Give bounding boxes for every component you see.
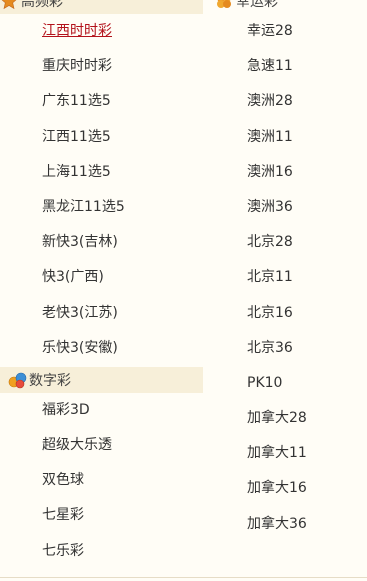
lottery-link-item[interactable]: 超级大乐透 [0,428,203,463]
left-column: 高频彩 江西时时彩 重庆时时彩 广东11选5 江西11选5 上海11选5 黑龙江11选5 新… [0,0,203,569]
category-title: 幸运彩 [236,0,278,10]
category-header-high-frequency: 高频彩 [0,0,203,14]
category-title: 数字彩 [29,372,71,389]
lottery-link-item[interactable]: 北京11 [203,260,367,295]
lottery-link-item[interactable]: 加拿大28 [203,401,367,436]
lottery-link-item[interactable]: 澳洲36 [203,190,367,225]
lucky-list: 幸运28 急速11 澳洲28 澳洲11 澳洲16 澳洲36 北京28 北京11 北京16 北京36… [203,14,367,542]
lottery-link-item[interactable]: 黑龙江11选5 [0,190,203,225]
lottery-link-item[interactable]: 急速11 [203,49,367,84]
lottery-link-item[interactable]: 新快3(吉林) [0,225,203,260]
lottery-link-item[interactable]: 加拿大36 [203,507,367,542]
digital-list: 福彩3D 超级大乐透 双色球 七星彩 七乐彩 [0,393,203,569]
lottery-link-item[interactable]: 重庆时时彩 [0,49,203,84]
lottery-link-item[interactable]: 幸运28 [203,14,367,49]
lottery-link-item[interactable]: 福彩3D [0,393,203,428]
lottery-link-item[interactable]: 北京16 [203,296,367,331]
lottery-link-item[interactable]: 上海11选5 [0,155,203,190]
lottery-link-item[interactable]: 快3(广西) [0,260,203,295]
high-frequency-list: 江西时时彩 重庆时时彩 广东11选5 江西11选5 上海11选5 黑龙江11选5 新快3(吉… [0,14,203,366]
lottery-balls-icon [8,371,27,389]
lottery-link-item[interactable]: 乐快3(安徽) [0,331,203,366]
lottery-link-item[interactable]: 北京28 [203,225,367,260]
category-header-lucky: 幸运彩 [203,0,367,14]
divider [0,577,367,578]
lottery-link-item[interactable]: 澳洲11 [203,120,367,155]
lottery-link-item[interactable]: 北京36 [203,331,367,366]
lottery-link-item[interactable]: 七乐彩 [0,534,203,569]
clover-icon [215,0,233,10]
lottery-link-item[interactable]: 澳洲28 [203,84,367,119]
lottery-link-item[interactable]: PK10 [203,366,367,401]
lottery-link-item[interactable]: 加拿大11 [203,436,367,471]
lottery-link-item[interactable]: 广东11选5 [0,84,203,119]
right-column: 幸运彩 幸运28 急速11 澳洲28 澳洲11 澳洲16 澳洲36 北京28 北京11 北京16… [203,0,367,542]
lottery-link-item[interactable]: 澳洲16 [203,155,367,190]
lottery-link-item[interactable]: 老快3(江苏) [0,296,203,331]
category-title: 高频彩 [21,0,63,10]
lottery-link-item[interactable]: 江西时时彩 [0,14,203,49]
lottery-link-item[interactable]: 双色球 [0,463,203,498]
lottery-link-item[interactable]: 七星彩 [0,498,203,533]
star-icon [0,0,18,10]
lottery-link-item[interactable]: 江西11选5 [0,120,203,155]
lottery-link-item[interactable]: 加拿大16 [203,471,367,506]
category-header-digital: 数字彩 [0,366,203,393]
